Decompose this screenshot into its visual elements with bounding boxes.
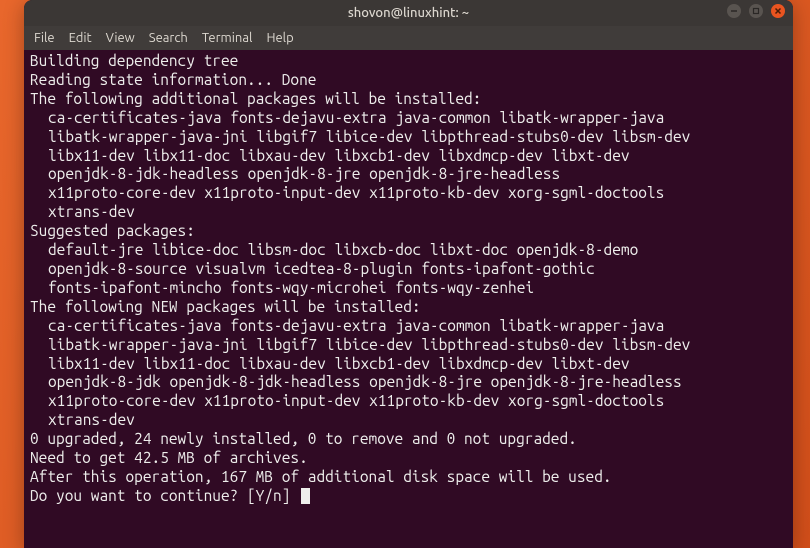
maximize-button[interactable] <box>749 4 763 18</box>
menu-search[interactable]: Search <box>149 31 188 45</box>
titlebar[interactable]: shovon@linuxhint: ~ <box>24 0 793 26</box>
menu-help[interactable]: Help <box>266 31 293 45</box>
terminal-body[interactable]: Building dependency treeReading state in… <box>24 50 793 548</box>
menubar: File Edit View Search Terminal Help <box>24 26 793 50</box>
output-line: libx11-dev libx11-doc libxau-dev libxcb1… <box>30 147 787 166</box>
window-controls <box>727 4 785 18</box>
terminal-window: shovon@linuxhint: ~ File Edit View Searc… <box>24 0 793 548</box>
output-line: ca-certificates-java fonts-dejavu-extra … <box>30 317 787 336</box>
output-line: x11proto-core-dev x11proto-input-dev x11… <box>30 184 787 203</box>
output-line: default-jre libice-doc libsm-doc libxcb-… <box>30 241 787 260</box>
window-title: shovon@linuxhint: ~ <box>348 6 469 20</box>
prompt-text: Do you want to continue? [Y/n] <box>30 487 299 504</box>
menu-file[interactable]: File <box>34 31 55 45</box>
output-line: openjdk-8-jdk openjdk-8-jdk-headless ope… <box>30 373 787 392</box>
output-line: openjdk-8-source visualvm icedtea-8-plug… <box>30 260 787 279</box>
output-line: The following additional packages will b… <box>30 90 787 109</box>
output-line: Need to get 42.5 MB of archives. <box>30 449 787 468</box>
output-line: libatk-wrapper-java-jni libgif7 libice-d… <box>30 128 787 147</box>
output-line: ca-certificates-java fonts-dejavu-extra … <box>30 109 787 128</box>
output-line: openjdk-8-jdk-headless openjdk-8-jre ope… <box>30 165 787 184</box>
output-line: libx11-dev libx11-doc libxau-dev libxcb1… <box>30 355 787 374</box>
output-line: Building dependency tree <box>30 52 787 71</box>
output-line: libatk-wrapper-java-jni libgif7 libice-d… <box>30 336 787 355</box>
output-line: Reading state information... Done <box>30 71 787 90</box>
menu-terminal[interactable]: Terminal <box>202 31 253 45</box>
output-line: fonts-ipafont-mincho fonts-wqy-microhei … <box>30 279 787 298</box>
output-line: xtrans-dev <box>30 411 787 430</box>
menu-view[interactable]: View <box>106 31 135 45</box>
output-line: x11proto-core-dev x11proto-input-dev x11… <box>30 392 787 411</box>
output-line: 0 upgraded, 24 newly installed, 0 to rem… <box>30 430 787 449</box>
prompt-line: Do you want to continue? [Y/n] <box>30 487 787 506</box>
cursor <box>301 488 310 504</box>
menu-edit[interactable]: Edit <box>69 31 92 45</box>
output-line: The following NEW packages will be insta… <box>30 298 787 317</box>
output-line: xtrans-dev <box>30 203 787 222</box>
output-line: Suggested packages: <box>30 222 787 241</box>
close-button[interactable] <box>771 4 785 18</box>
minimize-button[interactable] <box>727 4 741 18</box>
output-line: After this operation, 167 MB of addition… <box>30 468 787 487</box>
